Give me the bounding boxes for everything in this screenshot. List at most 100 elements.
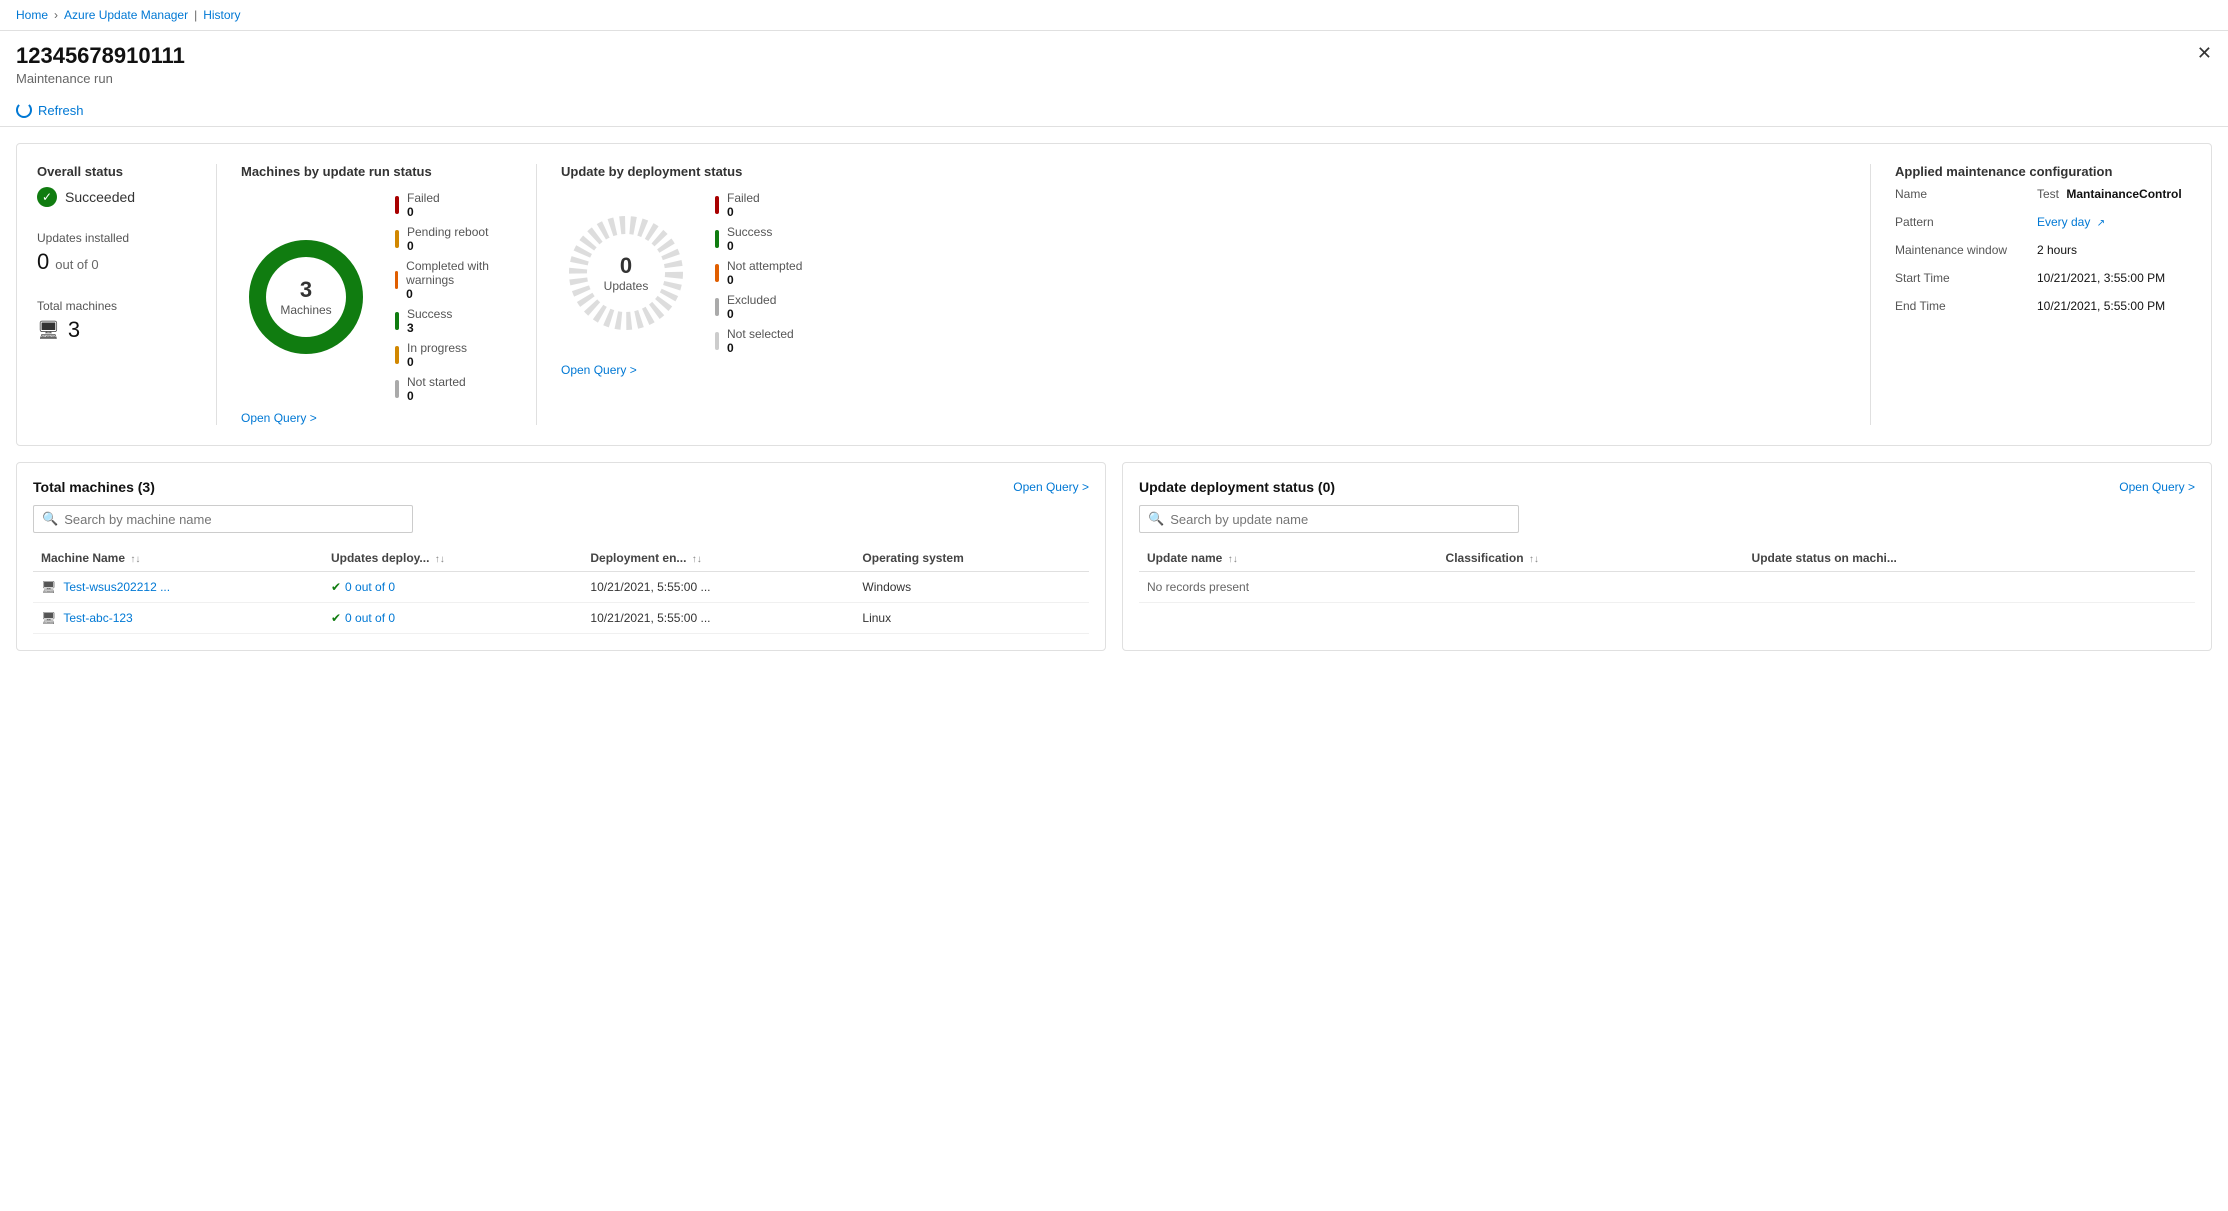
deployment-chart-title: Update by deployment status	[561, 164, 1846, 179]
breadcrumb-azure-update[interactable]: Azure Update Manager	[64, 8, 188, 22]
legend-bar-progress	[395, 346, 399, 364]
th-machine-name[interactable]: Machine Name ↑↓	[33, 545, 323, 572]
no-records-row: No records present	[1139, 572, 2195, 603]
machines-donut-container: 3 Machines Failed 0	[241, 191, 512, 403]
config-name-label: Name	[1895, 187, 2025, 201]
updates-link-1[interactable]: 0 out of 0	[345, 611, 395, 625]
legend-label-progress: In progress 0	[407, 341, 467, 369]
refresh-button[interactable]: Refresh	[16, 102, 84, 118]
config-endtime-value: 10/21/2021, 5:55:00 PM	[2037, 299, 2165, 313]
machines-search-icon: 🔍	[42, 511, 58, 527]
th-update-name[interactable]: Update name ↑↓	[1139, 545, 1438, 572]
sort-icon-deploy-end: ↑↓	[692, 554, 702, 565]
legend-in-progress: In progress 0	[395, 341, 512, 369]
config-maintenance-label: Maintenance window	[1895, 243, 2025, 257]
machine-icon: 🖥	[37, 320, 60, 341]
updates-table-body: No records present	[1139, 572, 2195, 603]
config-pattern-link[interactable]: Every day	[2037, 215, 2090, 229]
config-maintenance-label-line1: Maintenance window	[1895, 243, 2007, 257]
refresh-label: Refresh	[38, 103, 84, 118]
dep-legend-bar-not-selected	[715, 332, 719, 350]
close-button[interactable]: ✕	[2197, 43, 2212, 64]
breadcrumb-sep1: ›	[54, 8, 58, 22]
status-value: Succeeded	[65, 189, 135, 205]
updates-link-0[interactable]: 0 out of 0	[345, 580, 395, 594]
th-deployment-end[interactable]: Deployment en... ↑↓	[582, 545, 854, 572]
machines-stat: 🖥 3	[37, 317, 196, 343]
cell-updates-1: ✔ 0 out of 0	[323, 603, 582, 634]
breadcrumb-home[interactable]: Home	[16, 8, 48, 22]
machines-search-box[interactable]: 🔍	[33, 505, 413, 533]
updates-search-input[interactable]	[1170, 512, 1510, 527]
updates-installed-value: 0	[37, 249, 49, 275]
updates-search-box[interactable]: 🔍	[1139, 505, 1519, 533]
breadcrumb-sep2: |	[194, 8, 197, 22]
cell-machine-name-1: 🖥 Test-abc-123	[33, 603, 323, 634]
th-update-status: Update status on machi...	[1744, 545, 2195, 572]
th-os: Operating system	[854, 545, 1089, 572]
config-name-value: Test MantainanceControl	[2037, 187, 2182, 201]
dep-legend-label-excluded: Excluded 0	[727, 293, 776, 321]
machine-row-icon-1: 🖥	[41, 611, 56, 625]
dep-legend-label-not-attempted: Not attempted 0	[727, 259, 802, 287]
legend-bar-warnings	[395, 271, 398, 289]
updates-panel-open-query[interactable]: Open Query >	[2119, 480, 2195, 494]
machines-panel: Total machines (3) Open Query > 🔍 Machin…	[16, 462, 1106, 651]
machines-table: Machine Name ↑↓ Updates deploy... ↑↓ Dep…	[33, 545, 1089, 634]
machines-open-query[interactable]: Open Query >	[241, 411, 317, 425]
legend-completed-warnings: Completed with warnings 0	[395, 259, 512, 301]
legend-label-failed: Failed 0	[407, 191, 440, 219]
legend-label-success: Success 3	[407, 307, 452, 335]
toolbar: Refresh	[0, 94, 2228, 127]
dep-legend-label-success: Success 0	[727, 225, 772, 253]
machines-search-input[interactable]	[64, 512, 404, 527]
config-name-prefix: Test	[2037, 187, 2059, 201]
dep-legend-excluded: Excluded 0	[715, 293, 802, 321]
dep-legend-not-attempted: Not attempted 0	[715, 259, 802, 287]
total-machines-value: 3	[68, 317, 80, 343]
machines-table-header-row: Machine Name ↑↓ Updates deploy... ↑↓ Dep…	[33, 545, 1089, 572]
config-pattern-value: Every day ↗	[2037, 215, 2105, 229]
dep-legend-label-not-selected: Not selected 0	[727, 327, 794, 355]
machines-panel-title: Total machines (3)	[33, 479, 155, 495]
machines-panel-open-query[interactable]: Open Query >	[1013, 480, 1089, 494]
th-classification[interactable]: Classification ↑↓	[1438, 545, 1744, 572]
config-name-row: Name Test MantainanceControl	[1895, 187, 2191, 201]
machines-chart-section: Machines by update run status 3	[217, 164, 537, 425]
deployment-chart-section: Update by deployment status 0 Updates	[537, 164, 1871, 425]
config-section: Applied maintenance configuration Name T…	[1871, 164, 2191, 425]
dep-legend-bar-not-attempted	[715, 264, 719, 282]
overall-status-section: Overall status ✓ Succeeded Updates insta…	[37, 164, 217, 425]
updates-table-header-row: Update name ↑↓ Classification ↑↓ Update …	[1139, 545, 2195, 572]
cell-deploy-end-1: 10/21/2021, 5:55:00 ...	[582, 603, 854, 634]
refresh-icon	[16, 102, 32, 118]
machines-donut-label: Machines	[280, 303, 331, 317]
header: 12345678910111 Maintenance run ✕	[0, 31, 2228, 94]
updates-installed-suffix: out of 0	[55, 257, 98, 272]
overall-status-title: Overall status	[37, 164, 196, 179]
sort-icon-update-name: ↑↓	[1228, 554, 1238, 565]
legend-label-pending: Pending reboot 0	[407, 225, 488, 253]
dep-legend-failed: Failed 0	[715, 191, 802, 219]
machines-legend: Failed 0 Pending reboot 0	[395, 191, 512, 403]
main-content: Overall status ✓ Succeeded Updates insta…	[0, 127, 2228, 667]
deployment-donut-num: 0	[604, 253, 649, 279]
updates-installed-block: Updates installed 0 out of 0	[37, 231, 196, 275]
machine-name-link-1[interactable]: Test-abc-123	[63, 611, 132, 625]
config-starttime-label: Start Time	[1895, 271, 2025, 285]
no-records-cell: No records present	[1139, 572, 2195, 603]
machine-name-link-0[interactable]: Test-wsus202212 ...	[63, 580, 170, 594]
summary-card: Overall status ✓ Succeeded Updates insta…	[16, 143, 2212, 446]
config-pattern-label: Pattern	[1895, 215, 2025, 229]
updates-search-icon: 🔍	[1148, 511, 1164, 527]
sort-icon-classification: ↑↓	[1529, 554, 1539, 565]
machines-donut-wrapper: 3 Machines	[241, 232, 371, 362]
th-updates-deploy[interactable]: Updates deploy... ↑↓	[323, 545, 582, 572]
machines-panel-header: Total machines (3) Open Query >	[33, 479, 1089, 495]
updates-table: Update name ↑↓ Classification ↑↓ Update …	[1139, 545, 2195, 603]
machines-chart-title: Machines by update run status	[241, 164, 512, 179]
breadcrumb-history[interactable]: History	[203, 8, 240, 22]
sort-icon-updates: ↑↓	[435, 554, 445, 565]
deployment-open-query[interactable]: Open Query >	[561, 363, 637, 377]
breadcrumb: Home › Azure Update Manager | History	[0, 0, 2228, 31]
